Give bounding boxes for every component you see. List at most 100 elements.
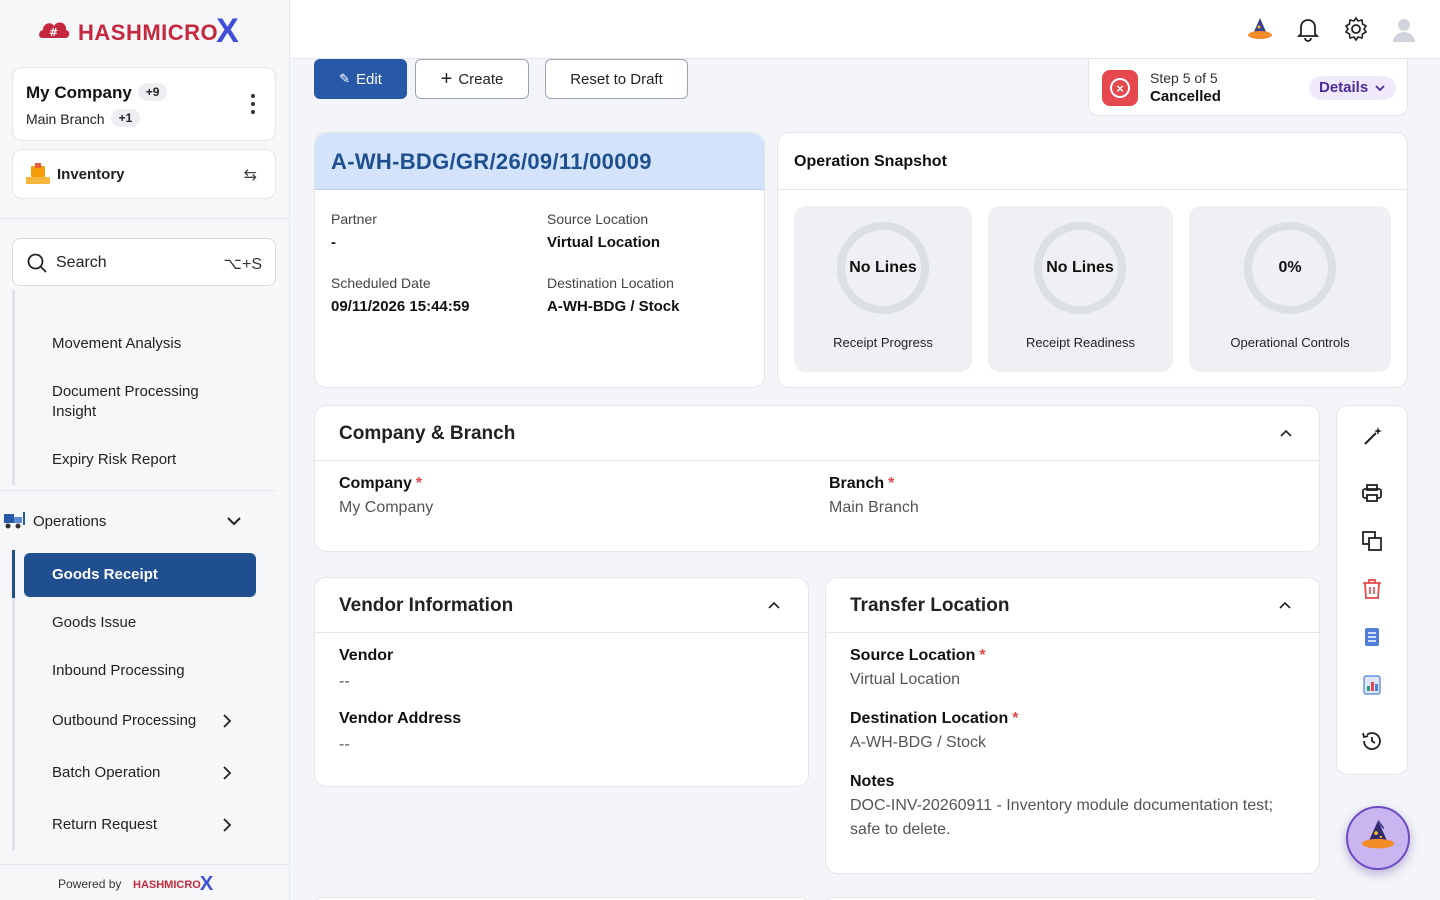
forklift-icon [3,511,27,529]
sidebar-item-inbound-processing[interactable]: Inbound Processing [52,661,242,681]
sidebar-item-outbound-processing[interactable]: Outbound Processing [52,711,242,731]
powered-by-footer: Powered by HASHMICRO X [0,864,289,900]
operational-controls-ring: 0% [1244,222,1336,314]
sidebar-item-document-processing-insight[interactable]: Document Processing Insight [52,382,242,422]
chevron-down-icon [1375,85,1385,92]
module-switcher[interactable]: Inventory ⇆ [12,149,276,199]
history-icon[interactable] [1360,729,1384,753]
vendor-information-title: Vendor Information [339,595,514,616]
kebab-menu-icon[interactable] [251,94,255,114]
create-button[interactable]: + Create [415,59,529,99]
snapshot-divider [778,189,1407,190]
inventory-icon [25,162,51,186]
chevron-right-icon[interactable] [220,714,234,728]
powered-by-logo: HASHMICRO X [133,873,214,895]
company-branch-section: Company & Branch Company * My Company Bra… [314,405,1320,552]
destination-location-label: Destination Location [547,275,674,291]
source-location-value: Virtual Location [547,234,661,251]
duplicate-icon[interactable] [1360,529,1384,553]
transfer-destination-value: A-WH-BDG / Stock [850,734,987,751]
company-count-badge: +9 [137,83,168,101]
company-label: Company * [339,475,423,492]
nav-guide-line [12,290,15,485]
receipt-progress-ring: No Lines [837,222,929,314]
section-divider [826,632,1319,633]
sidebar-item-expiry-risk-report[interactable]: Expiry Risk Report [52,450,242,470]
pencil-icon: ✎ [339,71,351,86]
assistant-fab-button[interactable] [1346,806,1410,870]
operation-snapshot-card: Operation Snapshot No Lines Receipt Prog… [777,132,1408,388]
transfer-destination-label: Destination Location * [850,710,1019,727]
vendor-information-section: Vendor Information Vendor -- Vendor Addr… [314,577,809,787]
branch-label: Branch * [829,475,895,492]
company-value: My Company [339,499,434,516]
section-divider [315,632,808,633]
company-switcher[interactable]: My Company +9 Main Branch +1 [12,67,276,141]
vendor-label: Vendor [339,647,394,664]
scheduled-date-value: 09/11/2026 15:44:59 [331,298,470,315]
print-icon[interactable] [1360,481,1384,505]
svg-text:#: # [49,26,58,39]
search-shortcut: ⌥+S [223,256,262,273]
sidebar-item-return-request[interactable]: Return Request [52,815,242,835]
list-report-icon[interactable] [1360,625,1384,649]
notes-value: DOC-INV-20260911 - Inventory module docu… [850,797,1274,838]
sidebar-divider [0,218,289,219]
partner-value: - [331,234,336,251]
vendor-address-value: -- [339,736,350,753]
sidebar-item-goods-receipt[interactable]: Goods Receipt [24,553,256,597]
nav-section-divider [0,490,275,491]
sidebar-item-goods-issue[interactable]: Goods Issue [52,613,242,633]
receipt-readiness-label: Receipt Readiness [1025,335,1136,350]
bell-icon[interactable] [1295,16,1321,42]
edit-button[interactable]: ✎ Edit [314,59,407,99]
plus-icon: + [440,67,453,90]
chevron-right-icon[interactable] [220,818,234,832]
search-input[interactable]: Search ⌥+S [12,238,276,286]
transfer-location-title: Transfer Location [850,595,1010,616]
operational-controls-label: Operational Controls [1230,335,1350,350]
magic-wand-icon[interactable] [1360,425,1384,449]
snapshot-title: Operation Snapshot [794,153,947,170]
chevron-up-icon[interactable] [1278,598,1292,612]
receipt-progress-tile: No Lines Receipt Progress [794,206,972,372]
chart-report-icon[interactable] [1360,673,1384,697]
chevron-right-icon[interactable] [220,766,234,780]
sidebar-nav: Movement Analysis Document Processing In… [0,290,289,860]
record-summary-card: A-WH-BDG/GR/26/09/11/00009 Partner - Sou… [314,132,765,388]
record-reference: A-WH-BDG/GR/26/09/11/00009 [331,149,652,174]
details-button[interactable]: Details [1309,76,1396,100]
status-step: Step 5 of 5 [1150,70,1218,86]
reset-to-draft-button[interactable]: Reset to Draft [545,59,688,99]
status-stepper: × Step 5 of 5 Cancelled Details [1088,59,1408,116]
chevron-up-icon[interactable] [767,598,781,612]
action-toolbar [1336,405,1408,775]
sidebar-item-batch-operation[interactable]: Batch Operation [52,763,242,783]
transfer-source-label: Source Location * [850,647,986,664]
hashmicro-mark-icon: # [38,18,70,40]
wizard-hat-icon[interactable] [1247,16,1273,42]
operations-label: Operations [33,513,107,530]
user-avatar-icon[interactable] [1391,16,1417,42]
sidebar-item-movement-analysis[interactable]: Movement Analysis [52,334,242,354]
receipt-readiness-ring: No Lines [1034,222,1126,314]
hashmicro-logo[interactable]: # HASHMICROX [38,8,239,50]
chevron-up-icon[interactable] [1279,426,1293,440]
transfer-source-value: Virtual Location [850,671,960,688]
transfer-location-section: Transfer Location Source Location * Virtu… [825,577,1320,874]
powered-by-text: Powered by [58,877,122,891]
swap-icon[interactable]: ⇆ [244,165,257,185]
sidebar: # HASHMICROX My Company +9 Main Branch +1 … [0,0,290,900]
logo-text: HASHMICROX [78,11,240,50]
record-header: A-WH-BDG/GR/26/09/11/00009 [315,133,764,190]
company-name: My Company +9 [26,83,168,103]
module-label: Inventory [57,166,125,183]
sidebar-section-operations[interactable]: Operations [0,506,289,538]
delete-icon[interactable] [1360,577,1384,601]
gear-icon[interactable] [1343,16,1369,42]
branch-count-badge: +1 [110,109,141,127]
vendor-value: -- [339,673,350,690]
cancelled-icon: × [1102,70,1138,106]
company-branch-title: Company & Branch [339,423,516,444]
active-indicator [12,550,15,598]
